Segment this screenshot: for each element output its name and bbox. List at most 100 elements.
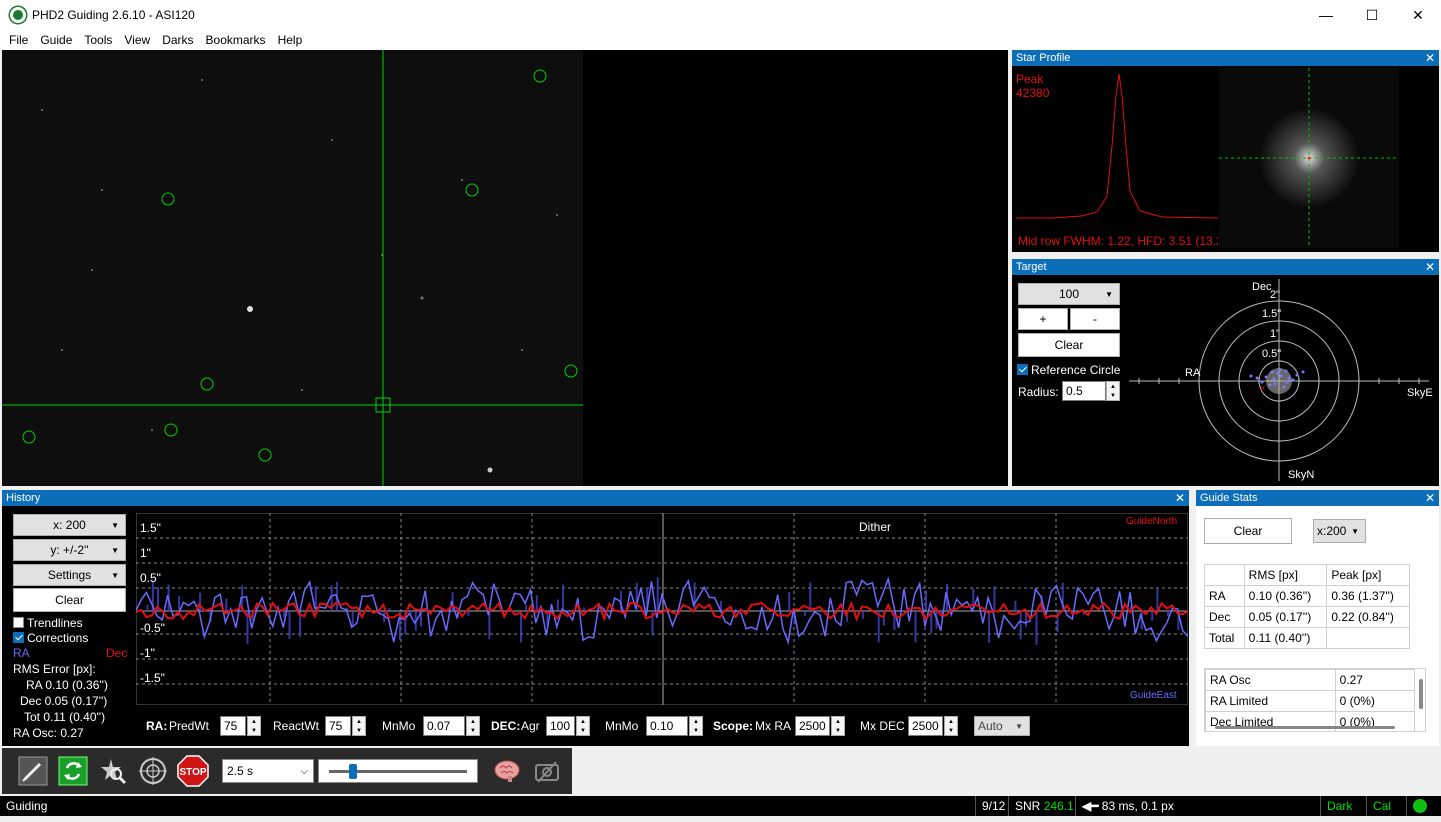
target-skyn-label: SkyN [1288, 469, 1315, 481]
ra-legend: RA [13, 646, 30, 660]
exposure-value: 2.5 s [227, 764, 254, 778]
corrections-checkbox[interactable]: Corrections [13, 631, 88, 645]
camera-tool-icon[interactable] [530, 754, 564, 788]
brain-icon[interactable] [490, 754, 524, 788]
status-snr: SNR 246.1 [1008, 796, 1080, 816]
exposure-dropdown[interactable]: 2.5 s ⌵ [222, 759, 314, 783]
toolbar: STOP 2.5 s ⌵ [2, 748, 572, 794]
target-minus-button[interactable]: - [1070, 308, 1120, 330]
minimize-button[interactable]: — [1303, 0, 1349, 30]
reactwt-spinner[interactable]: ▲ ▼ [352, 716, 366, 736]
menu-guide[interactable]: Guide [34, 33, 78, 47]
menu-file[interactable]: File [0, 33, 34, 47]
target-clear-button[interactable]: Clear [1018, 333, 1120, 357]
agr-spinner[interactable]: ▲ ▼ [576, 716, 590, 736]
peak-value: 42380 [1016, 86, 1050, 100]
connection-status-icon [1406, 796, 1441, 816]
gamma-slider-thumb[interactable] [348, 764, 357, 779]
ytick-0.5: 0.5" [140, 571, 161, 585]
ra-controls-label: RA: [146, 719, 168, 733]
reactwt-input[interactable]: 75 [325, 716, 351, 736]
scope-label: Scope: [713, 719, 754, 733]
close-icon[interactable]: ✕ [1425, 50, 1435, 66]
menu-bookmarks[interactable]: Bookmarks [200, 33, 272, 47]
rms-ra: RA 0.10 (0.36'') [26, 678, 108, 692]
target-skye-label: SkyE [1407, 387, 1433, 399]
status-guide-pulse: ◀━ 83 ms, 0.1 px [1075, 796, 1195, 816]
guide-stats-table: RMS [px] Peak [px] RA 0.10 (0.36'') 0.36 (1… [1204, 564, 1410, 649]
agr-input[interactable]: 100 [546, 716, 575, 736]
guide-stats-x-scale-dropdown[interactable]: x:200 ▼ [1313, 519, 1366, 543]
predwt-label: PredWt [169, 719, 210, 733]
gamma-slider[interactable] [318, 759, 478, 783]
reference-circle-checkbox[interactable]: Reference Circle [1017, 363, 1120, 377]
guide-stats-title: Guide Stats [1200, 492, 1258, 504]
history-header: History ✕ [2, 490, 1189, 506]
target-2-label: 2" [1270, 289, 1281, 301]
rms-dec: Dec 0.05 (0.17'') [20, 694, 108, 708]
history-y-scale-dropdown[interactable]: y: +/-2'' ▼ [13, 539, 126, 561]
close-icon[interactable]: ✕ [1425, 490, 1435, 506]
history-settings-dropdown[interactable]: Settings ▼ [13, 564, 126, 586]
history-graph [136, 513, 1188, 705]
menu-tools[interactable]: Tools [78, 33, 118, 47]
close-icon[interactable]: ✕ [1175, 490, 1185, 506]
ra-mnmo-input[interactable]: 0.07 [423, 716, 465, 736]
rms-title: RMS Error [px]: [13, 662, 96, 676]
status-state: Guiding [6, 799, 48, 813]
menu-help[interactable]: Help [272, 33, 309, 47]
ra-osc: RA Osc: 0.27 [13, 726, 84, 740]
target-05-label: 0.5" [1262, 348, 1282, 360]
osc-table-scroll[interactable]: RA Osc 0.27 RA Limited 0 (0%) Dec Limited 0… [1204, 668, 1426, 732]
status-bar: Guiding 9/12 SNR 246.1 ◀━ 83 ms, 0.1 px … [0, 796, 1441, 816]
stop-icon[interactable]: STOP [176, 754, 210, 788]
auto-dropdown[interactable]: Auto ▼ [974, 716, 1030, 736]
menu-darks[interactable]: Darks [156, 33, 199, 47]
radius-input[interactable]: 0.5 [1062, 381, 1106, 401]
loop-icon[interactable] [56, 754, 90, 788]
ytick-neg1.5: -1.5" [140, 671, 165, 685]
guide-crosshair-icon[interactable] [136, 754, 170, 788]
osc-vertical-scrollbar[interactable] [1419, 679, 1423, 709]
close-icon[interactable]: ✕ [1425, 259, 1435, 275]
radius-spinner[interactable]: ▲ ▼ [1106, 381, 1120, 401]
camera-view[interactable] [2, 50, 1008, 486]
mxra-input[interactable]: 2500 [795, 716, 830, 736]
dec-mnmo-spinner[interactable]: ▲ ▼ [689, 716, 703, 736]
ytick-1.5: 1.5" [140, 521, 161, 535]
mxdec-label: Mx DEC [860, 719, 905, 733]
window-title: PHD2 Guiding 2.6.10 - ASI120 [32, 8, 195, 22]
predwt-input[interactable]: 75 [220, 716, 246, 736]
close-button[interactable]: ✕ [1395, 0, 1441, 30]
target-dec-label: Dec [1252, 281, 1272, 293]
connect-gear-icon[interactable] [16, 754, 50, 788]
guide-stats-clear-button[interactable]: Clear [1204, 518, 1292, 544]
ra-mnmo-spinner[interactable]: ▲ ▼ [466, 716, 480, 736]
target-title: Target [1016, 261, 1047, 273]
status-cal: Cal [1366, 796, 1397, 816]
osc-horizontal-scrollbar[interactable] [1215, 726, 1395, 729]
star-profile-title: Star Profile [1016, 52, 1071, 64]
predwt-spinner[interactable]: ▲ ▼ [247, 716, 261, 736]
trendlines-checkbox[interactable]: Trendlines [13, 616, 83, 630]
target-zoom-dropdown[interactable]: 100 ▼ [1018, 283, 1120, 305]
peak-label: Peak [1016, 72, 1044, 86]
target-15-label: 1.5" [1262, 308, 1282, 320]
mxdec-spinner[interactable]: ▲ ▼ [944, 716, 958, 736]
star-profile-pane: Peak 42380 Mid row FWHM: 1.22, HFD: 3.51… [1012, 66, 1439, 252]
history-clear-button[interactable]: Clear [13, 588, 126, 612]
dec-controls-label: DEC: [491, 719, 521, 733]
dec-mnmo-label: MnMo [605, 719, 639, 733]
title-bar: PHD2 Guiding 2.6.10 - ASI120 — ☐ ✕ [0, 0, 1441, 30]
mxdec-input[interactable]: 2500 [908, 716, 943, 736]
history-x-scale-dropdown[interactable]: x: 200 ▼ [13, 514, 126, 536]
mxra-spinner[interactable]: ▲ ▼ [831, 716, 845, 736]
menu-bar: File Guide Tools View Darks Bookmarks He… [0, 30, 1441, 50]
star-profile-header: Star Profile ✕ [1012, 50, 1439, 66]
menu-view[interactable]: View [118, 33, 156, 47]
dec-mnmo-input[interactable]: 0.10 [646, 716, 688, 736]
maximize-button[interactable]: ☐ [1349, 0, 1395, 30]
target-plus-button[interactable]: + [1018, 308, 1068, 330]
auto-select-star-icon[interactable] [96, 754, 130, 788]
osc-table: RA Osc 0.27 RA Limited 0 (0%) Dec Limited 0… [1205, 669, 1416, 731]
